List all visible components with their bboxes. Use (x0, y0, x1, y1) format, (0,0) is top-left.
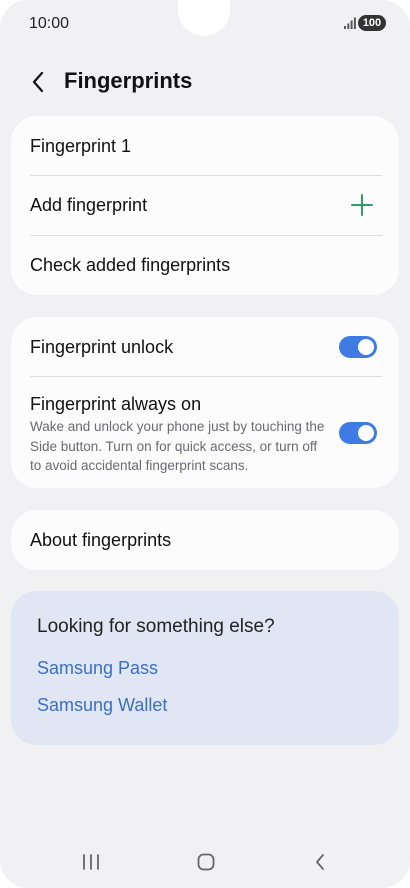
signal-icon (344, 17, 356, 29)
home-icon (197, 853, 215, 871)
fingerprints-card: Fingerprint 1 Add fingerprint Check adde… (11, 116, 399, 295)
suggestions-card: Looking for something else? Samsung Pass… (11, 591, 399, 745)
navigation-bar (0, 840, 410, 884)
check-fingerprints-item[interactable]: Check added fingerprints (11, 236, 399, 295)
settings-screen: 10:00 100 Fingerprints Fingerprint 1 Add… (0, 0, 410, 888)
fingerprint-unlock-item[interactable]: Fingerprint unlock (11, 317, 399, 377)
about-fingerprints-item[interactable]: About fingerprints (11, 510, 399, 570)
status-time: 10:00 (29, 15, 70, 32)
about-fingerprints-label: About fingerprints (30, 530, 172, 550)
fingerprint-1-item[interactable]: Fingerprint 1 (11, 116, 399, 176)
toggle-knob (358, 425, 374, 441)
samsung-pass-link[interactable]: Samsung Pass (37, 658, 158, 679)
recents-button[interactable] (76, 850, 106, 874)
plus-icon (351, 194, 373, 216)
back-icon (316, 854, 324, 870)
fingerprint-unlock-toggle[interactable] (339, 336, 377, 358)
fingerprint-always-on-description: Wake and unlock your phone just by touch… (30, 419, 325, 473)
nav-back-button[interactable] (305, 850, 335, 874)
fingerprint-always-on-label: Fingerprint always on (30, 394, 202, 414)
recents-icon (83, 854, 99, 870)
unlock-settings-card: Fingerprint unlock Fingerprint always on… (11, 317, 399, 488)
fingerprint-unlock-label: Fingerprint unlock (30, 337, 174, 357)
home-button[interactable] (191, 850, 221, 874)
back-button[interactable] (22, 66, 54, 98)
fingerprint-always-on-item[interactable]: Fingerprint always on Wake and unlock yo… (11, 377, 399, 488)
battery-indicator: 100 (358, 15, 386, 31)
fingerprint-always-on-toggle[interactable] (339, 422, 377, 444)
suggestions-title: Looking for something else? (37, 616, 275, 637)
samsung-wallet-link[interactable]: Samsung Wallet (37, 695, 167, 716)
add-fingerprint-label: Add fingerprint (30, 195, 148, 215)
check-fingerprints-label: Check added fingerprints (30, 255, 231, 275)
toggle-knob (358, 339, 374, 355)
status-bar: 10:00 100 (0, 0, 410, 46)
chevron-left-icon (32, 71, 44, 93)
about-card: About fingerprints (11, 510, 399, 570)
fingerprint-1-label: Fingerprint 1 (30, 136, 132, 156)
add-fingerprint-item[interactable]: Add fingerprint (11, 176, 399, 236)
page-header: Fingerprints (0, 60, 410, 104)
page-title: Fingerprints (64, 68, 193, 93)
